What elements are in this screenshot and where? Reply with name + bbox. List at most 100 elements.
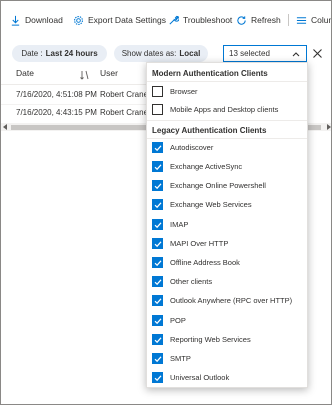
checkbox-checked[interactable]	[152, 334, 163, 345]
row-date: 7/16/2020, 4:51:08 PM	[16, 90, 97, 99]
option-label: Offline Address Book	[170, 258, 240, 267]
sort-arrow-icon[interactable]	[80, 70, 90, 80]
table-row[interactable]: 7/16/2020, 4:43:15 PM Robert Crane	[1, 104, 149, 122]
checkmark-icon	[154, 163, 161, 170]
date-filter-pill[interactable]: Date : Last 24 hours	[12, 45, 107, 62]
show-dates-label: Show dates as:	[121, 49, 177, 58]
checkmark-icon	[154, 182, 161, 189]
toolbar-divider	[288, 14, 289, 26]
user-header-label: User	[100, 68, 118, 78]
checkmark-icon	[154, 374, 161, 381]
group-header-legacy: Legacy Authentication Clients	[152, 126, 267, 135]
refresh-icon	[237, 15, 246, 25]
export-data-settings-label: Export Data Settings	[88, 15, 166, 25]
date-header-label: Date	[16, 68, 34, 78]
checkmark-icon	[154, 317, 161, 324]
option-label: IMAP	[170, 220, 189, 229]
group-divider	[147, 81, 307, 82]
checkbox-checked[interactable]	[152, 295, 163, 306]
option-label: SMTP	[170, 354, 191, 363]
date-filter-value: Last 24 hours	[45, 49, 98, 58]
option-label: Mobile Apps and Desktop clients	[170, 105, 279, 114]
checkbox-checked[interactable]	[152, 219, 163, 230]
close-icon[interactable]	[312, 48, 323, 59]
option-label: Autodiscover	[170, 143, 214, 152]
checkmark-icon	[154, 336, 161, 343]
refresh-label: Refresh	[251, 15, 281, 25]
toolbar: Download Export Data Settings Troublesho…	[1, 1, 331, 37]
option-exchange-online-powershell[interactable]: Exchange Online Powershell	[152, 179, 266, 192]
option-browser[interactable]: Browser	[152, 85, 198, 98]
download-button[interactable]: Download	[10, 12, 63, 28]
client-app-select[interactable]: 13 selected	[223, 45, 307, 62]
checkmark-icon	[154, 201, 161, 208]
checkmark-icon	[154, 259, 161, 266]
row-user: Robert Crane	[100, 108, 149, 117]
option-label: Browser	[170, 87, 198, 96]
option-pop[interactable]: POP	[152, 314, 186, 327]
row-user: Robert Crane	[100, 90, 149, 99]
option-exchange-activesync[interactable]: Exchange ActiveSync	[152, 160, 242, 173]
checkbox[interactable]	[152, 104, 163, 115]
option-label: Universal Outlook	[170, 373, 230, 382]
option-outlook-anywhere[interactable]: Outlook Anywhere (RPC over HTTP)	[152, 294, 292, 307]
export-data-settings-button[interactable]: Export Data Settings	[73, 12, 166, 28]
chevron-up-icon	[292, 52, 300, 57]
checkbox-checked[interactable]	[152, 180, 163, 191]
download-icon	[11, 15, 20, 26]
scroll-right-arrow-icon[interactable]	[327, 124, 331, 130]
checkbox-checked[interactable]	[152, 353, 163, 364]
date-column-header[interactable]: Date	[16, 68, 34, 84]
checkbox-checked[interactable]	[152, 257, 163, 268]
columns-label: Colum	[311, 15, 331, 25]
selected-count-text: 13 selected	[229, 49, 270, 58]
date-filter-label: Date :	[21, 49, 43, 58]
checkbox-checked[interactable]	[152, 372, 163, 383]
option-exchange-web-services[interactable]: Exchange Web Services	[152, 198, 252, 211]
checkmark-icon	[154, 221, 161, 228]
group-divider	[147, 120, 307, 121]
option-reporting-web-services[interactable]: Reporting Web Services	[152, 333, 251, 346]
client-app-dropdown: Modern Authentication Clients Browser Mo…	[146, 62, 308, 388]
option-mapi-over-http[interactable]: MAPI Over HTTP	[152, 237, 228, 250]
checkmark-icon	[154, 144, 161, 151]
scroll-left-arrow-icon[interactable]	[3, 124, 7, 130]
option-label: Other clients	[170, 277, 213, 286]
columns-icon	[296, 16, 307, 24]
gear-icon	[74, 15, 83, 25]
refresh-button[interactable]: Refresh	[236, 12, 281, 28]
option-label: POP	[170, 316, 186, 325]
option-offline-address-book[interactable]: Offline Address Book	[152, 256, 240, 269]
checkmark-icon	[154, 240, 161, 247]
checkmark-icon	[154, 278, 161, 285]
checkbox-checked[interactable]	[152, 238, 163, 249]
group-divider	[147, 138, 307, 139]
checkbox-checked[interactable]	[152, 315, 163, 326]
checkbox-checked[interactable]	[152, 276, 163, 287]
row-date: 7/16/2020, 4:43:15 PM	[16, 108, 97, 117]
checkbox-checked[interactable]	[152, 142, 163, 153]
columns-button[interactable]: Colum	[296, 12, 331, 28]
option-label: Exchange Web Services	[170, 200, 252, 209]
option-imap[interactable]: IMAP	[152, 218, 188, 231]
option-smtp[interactable]: SMTP	[152, 352, 191, 365]
checkbox-checked[interactable]	[152, 199, 163, 210]
option-label: Exchange Online Powershell	[170, 181, 266, 190]
wrench-icon	[169, 15, 179, 25]
option-other-clients[interactable]: Other clients	[152, 275, 212, 288]
show-dates-pill[interactable]: Show dates as: Local	[114, 45, 208, 62]
option-mobile-apps[interactable]: Mobile Apps and Desktop clients	[152, 103, 278, 116]
option-label: Reporting Web Services	[170, 335, 251, 344]
checkmark-icon	[154, 297, 161, 304]
show-dates-value: Local	[179, 49, 201, 58]
option-label: MAPI Over HTTP	[170, 239, 229, 248]
header-divider	[1, 84, 147, 85]
option-autodiscover[interactable]: Autodiscover	[152, 141, 213, 154]
table-row[interactable]: 7/16/2020, 4:51:08 PM Robert Crane	[1, 86, 149, 104]
troubleshoot-button[interactable]: Troubleshoot	[168, 12, 232, 28]
checkbox[interactable]	[152, 86, 163, 97]
option-universal-outlook[interactable]: Universal Outlook	[152, 371, 229, 384]
checkbox-checked[interactable]	[152, 161, 163, 172]
checkmark-icon	[154, 355, 161, 362]
user-column-header[interactable]: User	[100, 68, 118, 84]
